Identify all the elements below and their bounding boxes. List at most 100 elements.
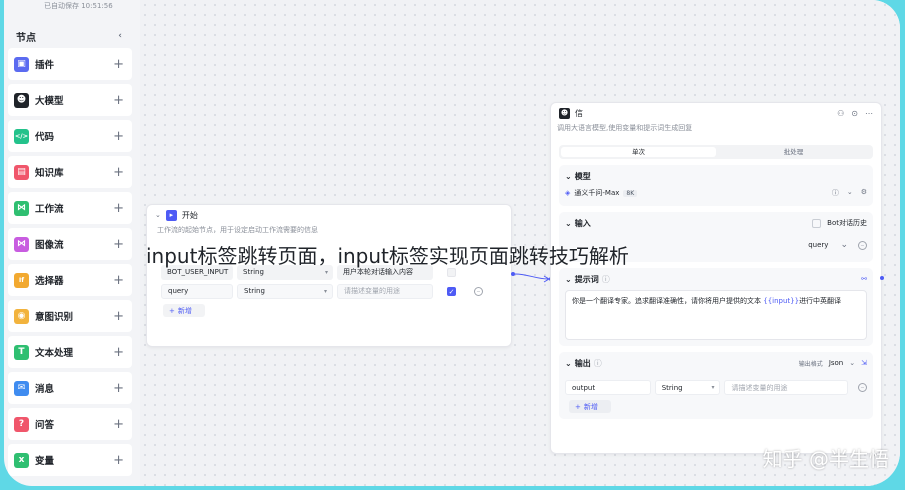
add-output-button[interactable]: + 新增 bbox=[569, 400, 611, 413]
section-title: 输出 bbox=[574, 358, 591, 368]
expand-icon[interactable]: ⚯ bbox=[861, 275, 867, 283]
plus-icon[interactable]: + bbox=[113, 202, 124, 215]
sidebar-item[interactable]: ✉ 消息 + bbox=[8, 372, 132, 404]
debug-icon[interactable]: ⚇ bbox=[837, 109, 844, 118]
chevron-down-icon[interactable]: ⌄ bbox=[155, 211, 161, 219]
flow-icon: ⋈ bbox=[14, 200, 29, 216]
chevron-down-icon[interactable]: ⌄ bbox=[565, 219, 572, 228]
variable-desc-field[interactable]: 请描述变量的用途 bbox=[337, 283, 433, 299]
sidebar-item[interactable]: ▤ 知识库 + bbox=[8, 156, 132, 188]
plus-icon: + bbox=[169, 306, 175, 315]
input-section-title: ⌄ 输入 Bot对话历史 bbox=[565, 216, 867, 230]
plus-icon[interactable]: + bbox=[113, 130, 124, 143]
start-node-header: ⌄ ▸ 开始 bbox=[147, 205, 511, 225]
remove-icon[interactable]: − bbox=[858, 383, 867, 392]
node-sidebar: 节点 ‹ ▣ 插件 + ☻ 大模型 + </> 代码 + ▤ 知识库 + ⋈ 工作流 + ⋈ 图像流 + If 选择器… bbox=[4, 24, 136, 480]
export-icon[interactable]: ⇲ bbox=[861, 359, 867, 367]
prompt-section-title: ⌄ 提示词 ⓘ ⚯ bbox=[565, 272, 867, 286]
plus-icon[interactable]: + bbox=[113, 310, 124, 323]
plus-icon[interactable]: + bbox=[113, 454, 124, 467]
info-icon[interactable]: ⓘ bbox=[832, 188, 839, 198]
output-section: ⌄ 输出 ⓘ 输出格式 Json ⌄ ⇲ output String ▾ 请描述变… bbox=[559, 352, 873, 419]
table-row: query String ▾ 请描述变量的用途 ✓ − bbox=[161, 283, 511, 299]
overlay-title: input标签跳转页面，input标签实现页面跳转技巧解析 bbox=[146, 244, 629, 268]
sidebar-item[interactable]: T 文本处理 + bbox=[8, 336, 132, 368]
tab-batch[interactable]: 批处理 bbox=[716, 147, 871, 157]
autosave-status: 已自动保存 10:51:56 bbox=[44, 2, 113, 10]
sidebar-item[interactable]: x 变量 + bbox=[8, 444, 132, 476]
history-label: Bot对话历史 bbox=[827, 219, 867, 227]
prompt-text-end: 进行中英翻译 bbox=[799, 297, 842, 305]
start-node-description: 工作流的起始节点，用于设定启动工作流需要的信息 bbox=[157, 226, 318, 234]
output-type-select[interactable]: String ▾ bbox=[654, 380, 721, 395]
section-title: 提示词 bbox=[574, 274, 599, 284]
robot-icon: ☻ bbox=[14, 92, 29, 108]
intent-icon: ◉ bbox=[14, 308, 29, 324]
prompt-variable: {{input}} bbox=[763, 297, 800, 305]
plus-icon[interactable]: + bbox=[113, 166, 124, 179]
chevron-down-icon[interactable]: ⌄ bbox=[847, 188, 853, 198]
settings-icon[interactable]: ⚙ bbox=[861, 188, 867, 198]
sidebar-item[interactable]: ◉ 意图识别 + bbox=[8, 300, 132, 332]
variable-type-select[interactable]: String ▾ bbox=[237, 283, 333, 299]
plus-icon[interactable]: + bbox=[113, 58, 124, 71]
section-title: 模型 bbox=[574, 171, 591, 181]
tab-single[interactable]: 单次 bbox=[561, 147, 716, 157]
sidebar-item[interactable]: ▣ 插件 + bbox=[8, 48, 132, 80]
sidebar-header: 节点 ‹ bbox=[4, 24, 136, 48]
model-select[interactable]: ◈ 通义千问-Max 8K ⓘ ⌄ ⚙ bbox=[565, 186, 867, 200]
variable-name-field[interactable]: query bbox=[161, 283, 233, 299]
output-port[interactable] bbox=[878, 274, 886, 282]
more-icon[interactable]: ⋯ bbox=[865, 109, 873, 118]
robot-icon: ☻ bbox=[559, 107, 570, 119]
model-name: 通义千问-Max bbox=[574, 189, 620, 197]
sidebar-item-label: 代码 bbox=[35, 132, 55, 143]
chevron-down-icon[interactable]: ⌄ bbox=[565, 172, 572, 181]
chevron-down-icon[interactable]: ⌄ bbox=[840, 240, 848, 250]
plus-icon[interactable]: + bbox=[113, 94, 124, 107]
plus-icon[interactable]: + bbox=[113, 274, 124, 287]
output-desc-field[interactable]: 请描述变量的用途 bbox=[724, 380, 849, 395]
history-checkbox[interactable] bbox=[812, 218, 822, 228]
model-section-title: ⌄ 模型 bbox=[565, 169, 867, 183]
remove-icon[interactable]: − bbox=[858, 240, 867, 250]
run-icon[interactable]: ⊙ bbox=[851, 109, 858, 118]
sidebar-item[interactable]: If 选择器 + bbox=[8, 264, 132, 296]
input-value[interactable]: query bbox=[808, 241, 828, 249]
sidebar-item-label: 图像流 bbox=[35, 240, 64, 251]
chevron-left-icon[interactable]: ‹ bbox=[118, 31, 122, 41]
llm-node[interactable]: ☻ 信 ⚇ ⊙ ⋯ 调用大语言模型,使用变量和提示词生成回复 单次 批处理 ⌄ … bbox=[550, 102, 882, 454]
sidebar-item[interactable]: ⋈ 图像流 + bbox=[8, 228, 132, 260]
chevron-down-icon[interactable]: ⌄ bbox=[565, 359, 572, 368]
sidebar-item[interactable]: ⋈ 工作流 + bbox=[8, 192, 132, 224]
image-flow-icon: ⋈ bbox=[14, 236, 29, 252]
code-icon: </> bbox=[14, 128, 29, 144]
table-row: output String ▾ 请描述变量的用途 − bbox=[565, 380, 867, 395]
plus-icon[interactable]: + bbox=[113, 418, 124, 431]
start-node[interactable]: ⌄ ▸ 开始 工作流的起始节点，用于设定启动工作流需要的信息 BOT_USER_… bbox=[146, 204, 512, 347]
add-variable-button[interactable]: + 新增 bbox=[163, 304, 205, 317]
info-icon: ⓘ bbox=[601, 274, 610, 284]
plus-icon[interactable]: + bbox=[113, 382, 124, 395]
plus-icon[interactable]: + bbox=[113, 238, 124, 251]
watermark: 知乎 @半生悟 bbox=[762, 447, 889, 471]
mode-tabs: 单次 批处理 bbox=[559, 145, 873, 159]
sidebar-item[interactable]: ? 问答 + bbox=[8, 408, 132, 440]
sidebar-item[interactable]: </> 代码 + bbox=[8, 120, 132, 152]
output-name-field[interactable]: output bbox=[565, 380, 651, 395]
llm-node-header: ☻ 信 ⚇ ⊙ ⋯ bbox=[551, 103, 881, 123]
output-format-label: 输出格式 bbox=[798, 360, 823, 368]
prompt-textarea[interactable]: 你是一个翻译专家。追求翻译准确性，请你将用户提供的文本 {{input}}进行中… bbox=[565, 290, 867, 340]
sidebar-item[interactable]: ☻ 大模型 + bbox=[8, 84, 132, 116]
sidebar-item-label: 大模型 bbox=[35, 96, 64, 107]
remove-icon[interactable]: − bbox=[474, 286, 483, 296]
sidebar-item-label: 问答 bbox=[35, 420, 55, 431]
chevron-down-icon[interactable]: ⌄ bbox=[849, 359, 855, 367]
required-checkbox[interactable]: ✓ bbox=[447, 286, 456, 296]
cube-icon: ▣ bbox=[14, 56, 29, 72]
chevron-down-icon[interactable]: ⌄ bbox=[565, 275, 572, 284]
context-tag: 8K bbox=[623, 189, 638, 197]
sidebar-item-label: 文本处理 bbox=[35, 348, 74, 359]
output-format-select[interactable]: Json bbox=[829, 359, 843, 367]
plus-icon[interactable]: + bbox=[113, 346, 124, 359]
